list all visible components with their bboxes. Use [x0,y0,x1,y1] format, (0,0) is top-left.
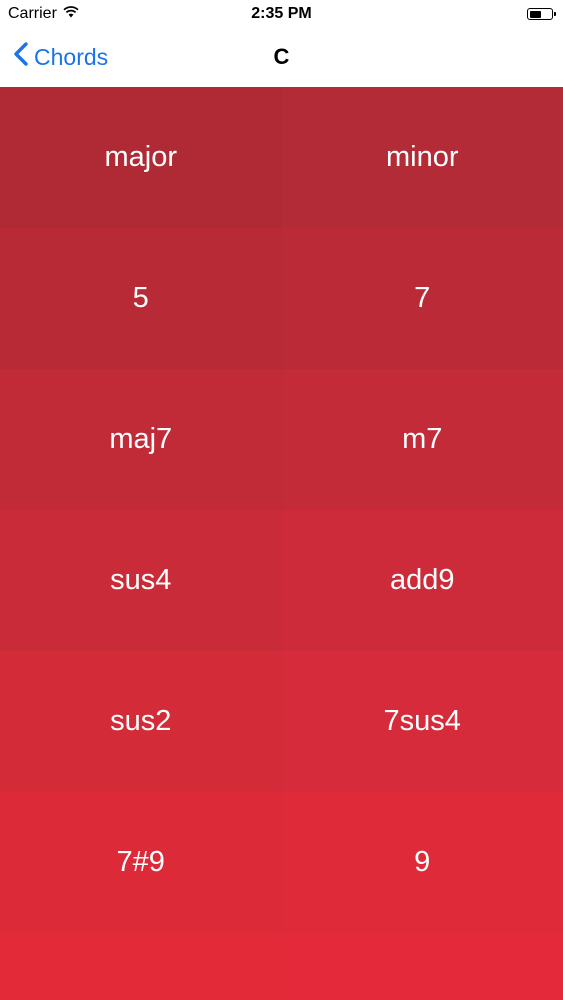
chord-tile-sus4[interactable]: sus4 [0,510,282,651]
chord-tile-major[interactable]: major [0,87,282,228]
chord-tile-9[interactable]: 9 [281,792,563,933]
chord-tile-partial[interactable] [281,933,563,1000]
status-bar: Carrier 2:35 PM [0,0,563,30]
chord-tile-add9[interactable]: add9 [281,510,563,651]
chord-tile-partial[interactable] [0,933,282,1000]
status-time: 2:35 PM [251,5,312,22]
battery-level-fill [529,10,541,18]
screen: Carrier 2:35 PM Chords C major minor 5 7… [0,0,563,1000]
navigation-bar: Chords C [0,30,563,87]
chord-tile-m7[interactable]: m7 [281,369,563,510]
chord-tile-sus2[interactable]: sus2 [0,651,282,792]
page-title: C [273,44,290,69]
chord-tile-7[interactable]: 7 [281,228,563,369]
chord-tile-7sharp9[interactable]: 7#9 [0,792,282,933]
chord-tile-7sus4[interactable]: 7sus4 [281,651,563,792]
battery-icon [527,8,556,20]
chord-tile-minor[interactable]: minor [281,87,563,228]
chord-tile-maj7[interactable]: maj7 [0,369,282,510]
chord-grid: major minor 5 7 maj7 m7 sus4 add9 sus2 7… [0,87,563,1000]
chord-tile-5[interactable]: 5 [0,228,282,369]
